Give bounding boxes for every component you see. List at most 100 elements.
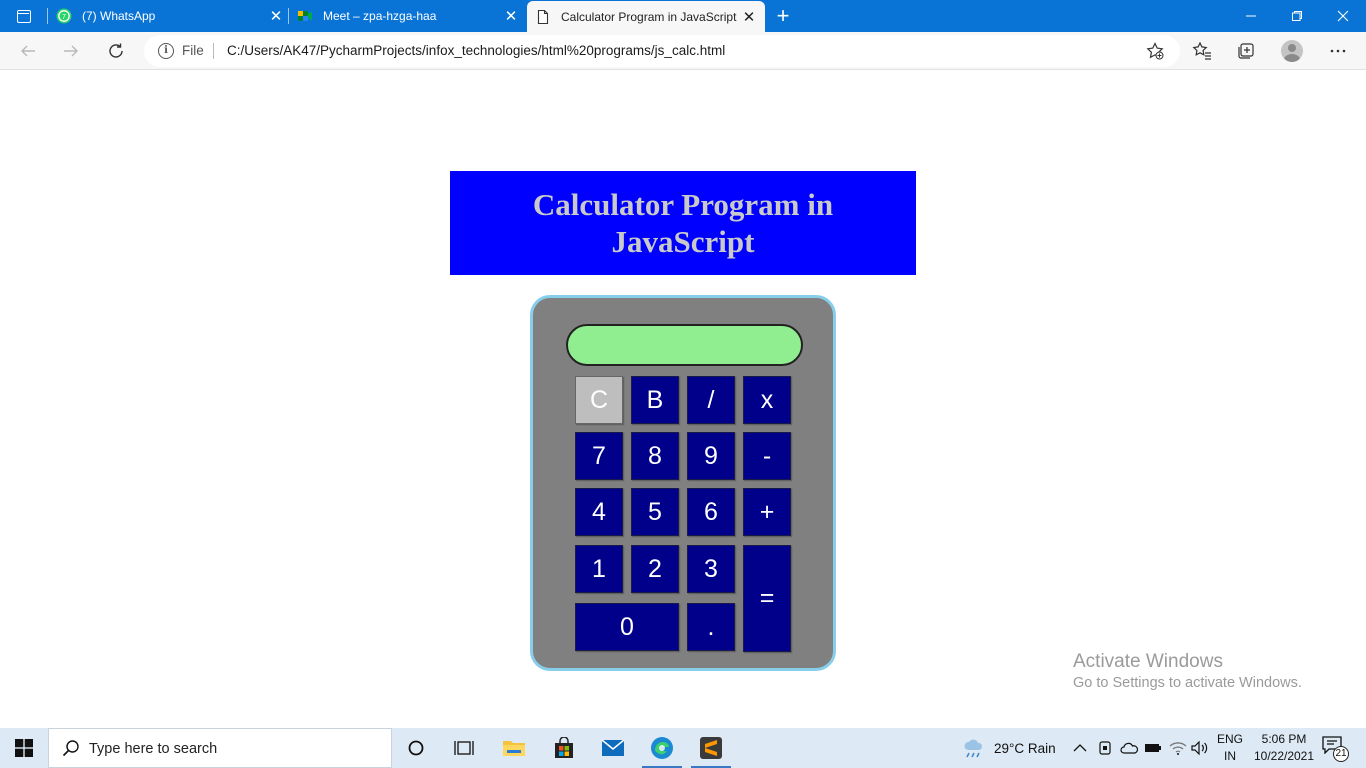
digit-3-button[interactable]: 3 [687,545,735,593]
tab-separator [47,8,48,24]
mail-button[interactable] [589,728,637,768]
minus-button[interactable]: - [743,432,791,480]
refresh-button[interactable] [101,36,131,66]
close-window-button[interactable] [1320,0,1366,32]
clock-time: 5:06 PM [1261,732,1307,746]
digit-8-button[interactable]: 8 [631,432,679,480]
clock-date: 10/22/2021 [1253,749,1315,763]
tab-actions-button[interactable] [8,5,40,27]
digit-6-button[interactable]: 6 [687,488,735,536]
refresh-icon [109,43,123,58]
more-options-icon [1330,49,1346,53]
network-button[interactable] [1169,728,1187,768]
back-button[interactable] [13,36,43,66]
cortana-icon [408,740,424,756]
address-bar[interactable]: i File C:/Users/AK47/PycharmProjects/inf… [144,35,1180,67]
watermark-title: Activate Windows [1073,651,1223,672]
show-hidden-icons-button[interactable] [1073,728,1087,768]
digit-1-button[interactable]: 1 [575,545,623,593]
cortana-button[interactable] [392,728,440,768]
sublime-text-icon [700,737,722,759]
close-icon [1337,10,1349,22]
task-view-icon [454,741,474,755]
scheme-label: File [182,43,204,58]
tab-calculator[interactable]: Calculator Program in JavaScript ✕ [527,1,765,32]
restore-button[interactable] [1274,0,1320,32]
activation-watermark: Activate Windows Go to Settings to activ… [1073,651,1302,691]
whatsapp-icon: 7 [56,8,72,24]
sublime-text-button[interactable] [687,728,735,768]
tab-meet[interactable]: Meet – zpa-hzga-haa ✕ [297,0,519,32]
weather-widget[interactable]: 29°C Rain [962,728,1056,768]
volume-button[interactable] [1191,728,1209,768]
windows-logo-icon [15,739,33,757]
store-button[interactable] [540,728,588,768]
close-tab-icon[interactable]: ✕ [741,8,757,26]
input-language-indicator[interactable]: ENG IN [1216,731,1244,765]
svg-text:7: 7 [62,14,66,21]
digit-4-button[interactable]: 4 [575,488,623,536]
new-tab-button[interactable]: + [772,3,794,29]
add-favorite-icon[interactable] [1146,42,1164,60]
watermark-subtitle: Go to Settings to activate Windows. [1073,675,1302,691]
meet-now-button[interactable] [1098,728,1112,768]
battery-icon [1145,744,1161,752]
equals-button[interactable]: = [743,545,791,652]
digit-5-button[interactable]: 5 [631,488,679,536]
favorites-list-icon [1192,41,1211,60]
edge-button[interactable] [638,728,686,768]
browser-titlebar: 7 (7) WhatsApp ✕ Meet – zpa-hzga-haa ✕ C… [0,0,1366,32]
folder-icon [503,741,525,756]
avatar [1281,40,1303,62]
wifi-icon [1169,742,1187,755]
minimize-button[interactable] [1228,0,1274,32]
arrow-right-icon [64,45,78,57]
rain-cloud-icon [964,739,983,758]
tab-label: (7) WhatsApp [82,9,156,23]
action-center-button[interactable]: 21 [1322,736,1349,762]
close-tab-icon[interactable]: ✕ [268,7,284,25]
weather-text: 29°C Rain [994,740,1056,756]
task-view-button[interactable] [440,728,488,768]
page-icon [537,9,549,24]
tab-label: Calculator Program in JavaScript [561,9,737,24]
multiply-button[interactable]: x [743,376,791,424]
search-icon [62,740,79,757]
meet-now-icon [1099,741,1111,755]
profile-button[interactable] [1280,39,1304,63]
calculator: C B / x 7 8 9 - 4 5 6 + 1 2 3 = 0 . [530,295,836,671]
chevron-up-icon [1073,744,1087,752]
search-placeholder: Type here to search [89,741,218,757]
file-explorer-button[interactable] [490,728,538,768]
divide-button[interactable]: / [687,376,735,424]
digit-0-button[interactable]: 0 [575,603,679,651]
browser-toolbar: i File C:/Users/AK47/PycharmProjects/inf… [0,32,1366,70]
site-info-icon[interactable]: i [158,43,174,59]
digit-2-button[interactable]: 2 [631,545,679,593]
calculator-display[interactable] [566,324,803,366]
decimal-button[interactable]: . [687,603,735,651]
plus-button[interactable]: + [743,488,791,536]
taskbar-search-box[interactable]: Type here to search [48,728,392,768]
collections-button[interactable] [1234,39,1258,63]
forward-button[interactable] [56,36,86,66]
tab-label: Meet – zpa-hzga-haa [323,9,437,23]
favorites-button[interactable] [1190,39,1214,63]
start-button[interactable] [0,728,48,768]
clock[interactable]: 5:06 PM 10/22/2021 [1250,731,1318,765]
address-divider [213,43,214,59]
tab-separator [288,8,289,24]
digit-9-button[interactable]: 9 [687,432,735,480]
notification-count-badge: 21 [1333,746,1349,762]
backspace-button[interactable]: B [631,376,679,424]
tab-whatsapp[interactable]: 7 (7) WhatsApp ✕ [56,0,284,32]
onedrive-button[interactable] [1120,728,1138,768]
page-title: Calculator Program in JavaScript [532,187,834,259]
digit-7-button[interactable]: 7 [575,432,623,480]
url-text[interactable]: C:/Users/AK47/PycharmProjects/infox_tech… [227,43,725,58]
battery-button[interactable] [1144,728,1162,768]
close-tab-icon[interactable]: ✕ [503,7,519,25]
clear-button[interactable]: C [575,376,623,424]
settings-menu-button[interactable] [1326,39,1350,63]
onedrive-cloud-icon [1120,742,1138,754]
